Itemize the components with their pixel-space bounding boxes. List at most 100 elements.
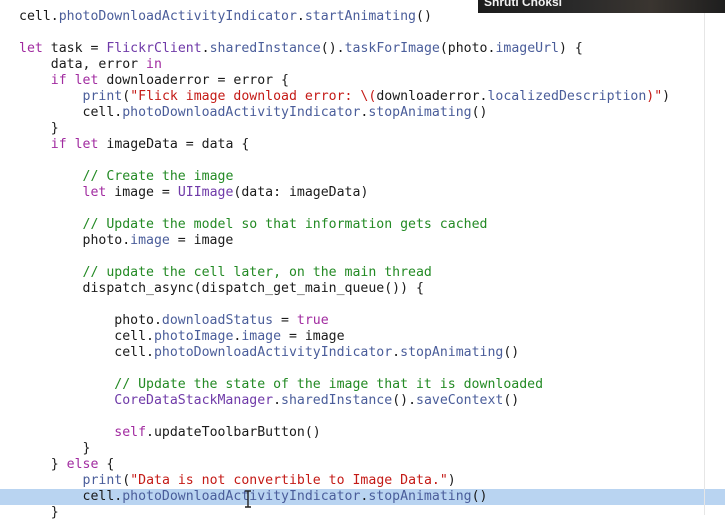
code-token: } (19, 505, 59, 520)
code-token: // update the cell later, on the main th… (82, 265, 432, 280)
code-line[interactable]: print("Flick image download error: \(dow… (0, 89, 725, 105)
code-token: taskForImage (344, 41, 440, 56)
code-token: data, error (19, 57, 147, 72)
code-line[interactable]: } else { (0, 457, 725, 473)
code-token: imageUrl (495, 41, 559, 56)
code-token: let (74, 73, 99, 88)
code-token: "Flick image download error: \( (130, 89, 377, 104)
code-line[interactable]: photo.downloadStatus = true (0, 313, 725, 329)
code-token: photoDownloadActivityIndicator (122, 489, 361, 504)
code-line[interactable]: // Update the state of the image that it… (0, 377, 725, 393)
code-line[interactable]: cell.photoImage.image = image (0, 329, 725, 345)
code-line[interactable]: photo.image = image (0, 233, 725, 249)
code-line[interactable] (0, 201, 725, 217)
code-line[interactable]: if let imageData = data { (0, 137, 725, 153)
code-token: imageData = data { (98, 137, 250, 152)
code-line[interactable]: let task = FlickrClient.sharedInstance()… (0, 41, 725, 57)
presenter-video-overlay: Shruti Choksi (478, 0, 725, 13)
code-line[interactable]: data, error in (0, 57, 725, 73)
code-token: downloaderror = error { (98, 73, 289, 88)
code-token: let (19, 41, 43, 56)
code-line[interactable]: } (0, 505, 725, 521)
code-token: . (392, 345, 401, 360)
code-token: } (19, 441, 91, 456)
code-line[interactable]: dispatch_async(dispatch_get_main_queue()… (0, 281, 725, 297)
code-line[interactable] (0, 361, 725, 377)
code-token: cell. (19, 329, 154, 344)
code-token: . (201, 41, 210, 56)
code-editor[interactable]: cell.photoDownloadActivityIndicator.star… (0, 0, 725, 520)
code-line[interactable]: cell.photoDownloadActivityIndicator.stop… (0, 105, 725, 121)
code-token: (). (320, 41, 345, 56)
code-line[interactable] (0, 25, 725, 41)
code-token: // Update the state of the image that it… (114, 377, 544, 392)
code-token: ( (122, 473, 131, 488)
code-line[interactable] (0, 153, 725, 169)
code-line[interactable]: cell.photoDownloadActivityIndicator.stop… (0, 345, 725, 361)
code-token: downloaderror. (376, 89, 488, 104)
code-token: "Data is not convertible to Image Data." (130, 473, 448, 488)
code-token: } (19, 457, 67, 472)
code-token: sharedInstance (209, 41, 321, 56)
code-token: if (50, 137, 67, 152)
code-token: in (146, 57, 162, 72)
code-token: . (296, 9, 305, 24)
code-token: true (296, 313, 329, 328)
code-token: )" (646, 89, 663, 104)
code-token: self (114, 425, 147, 440)
code-token: cell. (19, 105, 123, 120)
code-line[interactable]: cell.photoDownloadActivityIndicator.stop… (0, 489, 725, 505)
code-token: = image (281, 329, 345, 344)
code-token: (data: imageData) (233, 185, 369, 200)
code-token: cell. (19, 489, 123, 504)
code-token: image (241, 329, 282, 344)
code-line[interactable]: // Create the image (0, 169, 725, 185)
code-line[interactable] (0, 249, 725, 265)
code-token: dispatch_async(dispatch_get_main_queue()… (19, 281, 424, 296)
code-token: let (74, 137, 99, 152)
code-token: photo. (19, 233, 131, 248)
code-token: print (82, 473, 123, 488)
code-line[interactable]: print("Data is not convertible to Image … (0, 473, 725, 489)
code-line[interactable]: } (0, 441, 725, 457)
code-line[interactable]: CoreDataStackManager.sharedInstance().sa… (0, 393, 725, 409)
code-line[interactable]: // update the cell later, on the main th… (0, 265, 725, 281)
code-token: { (98, 457, 115, 472)
code-token: else (66, 457, 99, 472)
code-token: photoDownloadActivityIndicator (122, 105, 361, 120)
code-line[interactable]: self.updateToolbarButton() (0, 425, 725, 441)
code-line[interactable]: } (0, 121, 725, 137)
code-token: // Create the image (82, 169, 234, 184)
code-token: () (503, 345, 520, 360)
code-line[interactable]: if let downloaderror = error { (0, 73, 725, 89)
code-token: CoreDataStackManager (114, 393, 274, 408)
code-token: ( (122, 89, 131, 104)
code-token: localizedDescription (487, 89, 647, 104)
code-token: stopAnimating (368, 489, 472, 504)
code-token: = (273, 313, 297, 328)
code-token: ) (662, 89, 671, 104)
code-token: downloadStatus (161, 313, 274, 328)
code-line[interactable] (0, 297, 725, 313)
code-line[interactable] (0, 409, 725, 425)
editor-right-divider (704, 0, 705, 515)
presenter-name: Shruti Choksi (484, 0, 563, 9)
code-token: let (82, 185, 107, 200)
code-line[interactable]: // Update the model so that information … (0, 217, 725, 233)
code-token: () (471, 489, 488, 504)
code-token: = image (169, 233, 234, 248)
code-line[interactable]: let image = UIImage(data: imageData) (0, 185, 725, 201)
code-token: saveContext (416, 393, 504, 408)
code-token: ) { (558, 41, 583, 56)
